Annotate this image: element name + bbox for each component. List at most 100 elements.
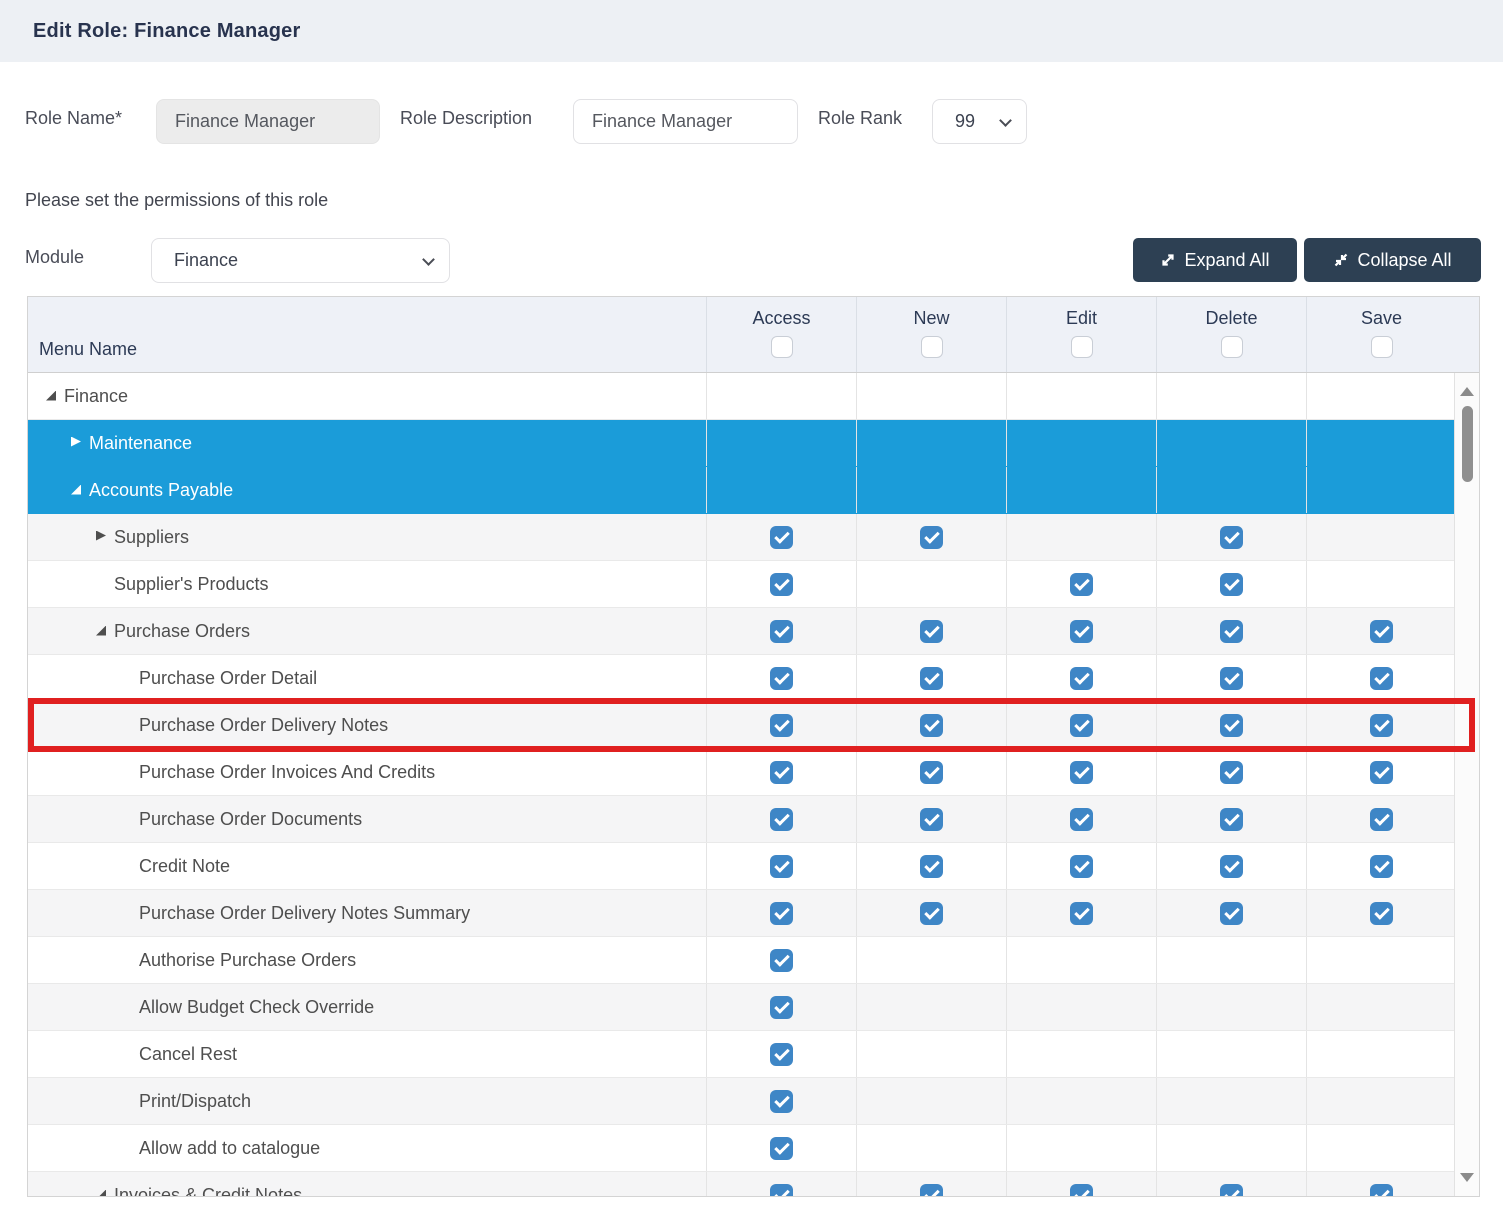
permission-cell-delete xyxy=(1156,843,1306,889)
table-row[interactable]: Allow add to catalogue xyxy=(28,1125,1479,1172)
checked-checkbox-icon[interactable] xyxy=(770,714,793,737)
table-row[interactable]: Authorise Purchase Orders xyxy=(28,937,1479,984)
expand-all-button[interactable]: Expand All xyxy=(1133,238,1297,282)
checked-checkbox-icon[interactable] xyxy=(1370,808,1393,831)
checked-checkbox-icon[interactable] xyxy=(1220,620,1243,643)
permissions-note: Please set the permissions of this role xyxy=(25,190,328,211)
checked-checkbox-icon[interactable] xyxy=(1220,902,1243,925)
tree-expanded-icon[interactable] xyxy=(96,1190,113,1197)
checked-checkbox-icon[interactable] xyxy=(770,526,793,549)
checked-checkbox-icon[interactable] xyxy=(920,526,943,549)
table-row[interactable]: Purchase Order Documents xyxy=(28,796,1479,843)
checked-checkbox-icon[interactable] xyxy=(770,1184,793,1197)
checked-checkbox-icon[interactable] xyxy=(1220,573,1243,596)
role-description-input[interactable] xyxy=(573,99,798,144)
checked-checkbox-icon[interactable] xyxy=(770,808,793,831)
checked-checkbox-icon[interactable] xyxy=(1220,526,1243,549)
module-select[interactable]: Finance xyxy=(151,238,450,283)
scroll-up-icon[interactable] xyxy=(1460,387,1474,396)
checked-checkbox-icon[interactable] xyxy=(770,1090,793,1113)
table-row[interactable]: Accounts Payable xyxy=(28,467,1479,514)
checked-checkbox-icon[interactable] xyxy=(1070,620,1093,643)
checked-checkbox-icon[interactable] xyxy=(1370,714,1393,737)
checked-checkbox-icon[interactable] xyxy=(1220,1184,1243,1197)
checked-checkbox-icon[interactable] xyxy=(920,667,943,690)
menu-name-cell: Accounts Payable xyxy=(28,467,706,513)
table-row[interactable]: Finance xyxy=(28,373,1479,420)
collapse-all-button[interactable]: Collapse All xyxy=(1304,238,1481,282)
select-all-checkbox[interactable] xyxy=(1071,336,1093,358)
checked-checkbox-icon[interactable] xyxy=(1220,714,1243,737)
vertical-scrollbar[interactable] xyxy=(1454,373,1479,1196)
tree-expanded-icon[interactable] xyxy=(96,626,113,637)
select-all-checkbox[interactable] xyxy=(1371,336,1393,358)
checked-checkbox-icon[interactable] xyxy=(1220,855,1243,878)
checked-checkbox-icon[interactable] xyxy=(770,855,793,878)
select-all-checkbox[interactable] xyxy=(921,336,943,358)
permission-cell-access xyxy=(706,890,856,936)
checked-checkbox-icon[interactable] xyxy=(1220,808,1243,831)
checked-checkbox-icon[interactable] xyxy=(1370,667,1393,690)
table-row[interactable]: Credit Note xyxy=(28,843,1479,890)
checked-checkbox-icon[interactable] xyxy=(1070,714,1093,737)
table-row[interactable]: Purchase Order Delivery Notes Summary xyxy=(28,890,1479,937)
role-rank-select[interactable]: 99 xyxy=(932,99,1027,144)
checked-checkbox-icon[interactable] xyxy=(1370,761,1393,784)
checked-checkbox-icon[interactable] xyxy=(1070,573,1093,596)
checked-checkbox-icon[interactable] xyxy=(920,620,943,643)
tree-expanded-icon[interactable] xyxy=(46,391,63,402)
scroll-down-icon[interactable] xyxy=(1460,1173,1474,1182)
checked-checkbox-icon[interactable] xyxy=(920,902,943,925)
checked-checkbox-icon[interactable] xyxy=(1370,855,1393,878)
permission-cell-access xyxy=(706,373,856,419)
permission-cell-access xyxy=(706,420,856,466)
checked-checkbox-icon[interactable] xyxy=(770,1137,793,1160)
checked-checkbox-icon[interactable] xyxy=(1370,620,1393,643)
expander-placeholder xyxy=(121,814,138,825)
checked-checkbox-icon[interactable] xyxy=(770,1043,793,1066)
checked-checkbox-icon[interactable] xyxy=(1070,761,1093,784)
table-row[interactable]: Purchase Order Detail xyxy=(28,655,1479,702)
checked-checkbox-icon[interactable] xyxy=(920,808,943,831)
checked-checkbox-icon[interactable] xyxy=(1370,902,1393,925)
checked-checkbox-icon[interactable] xyxy=(1370,1184,1393,1197)
checked-checkbox-icon[interactable] xyxy=(1220,667,1243,690)
select-all-checkbox[interactable] xyxy=(771,336,793,358)
checked-checkbox-icon[interactable] xyxy=(920,761,943,784)
table-row[interactable]: Purchase Orders xyxy=(28,608,1479,655)
checked-checkbox-icon[interactable] xyxy=(920,714,943,737)
table-row[interactable]: Purchase Order Delivery Notes xyxy=(28,702,1479,749)
checked-checkbox-icon[interactable] xyxy=(1070,902,1093,925)
checked-checkbox-icon[interactable] xyxy=(1220,761,1243,784)
checked-checkbox-icon[interactable] xyxy=(770,996,793,1019)
checked-checkbox-icon[interactable] xyxy=(1070,808,1093,831)
tree-collapsed-icon[interactable] xyxy=(96,532,113,543)
checked-checkbox-icon[interactable] xyxy=(920,855,943,878)
tree-expanded-icon[interactable] xyxy=(71,485,88,496)
select-all-checkbox[interactable] xyxy=(1221,336,1243,358)
table-row[interactable]: Print/Dispatch xyxy=(28,1078,1479,1125)
checked-checkbox-icon[interactable] xyxy=(770,761,793,784)
checked-checkbox-icon[interactable] xyxy=(1070,855,1093,878)
role-name-input[interactable] xyxy=(156,99,380,144)
tree-collapsed-icon[interactable] xyxy=(71,438,88,449)
table-row[interactable]: Allow Budget Check Override xyxy=(28,984,1479,1031)
table-row[interactable]: Suppliers xyxy=(28,514,1479,561)
table-row[interactable]: Cancel Rest xyxy=(28,1031,1479,1078)
checked-checkbox-icon[interactable] xyxy=(770,573,793,596)
checked-checkbox-icon[interactable] xyxy=(1070,667,1093,690)
table-row[interactable]: Purchase Order Invoices And Credits xyxy=(28,749,1479,796)
table-header: Menu Name AccessNewEditDeleteSave xyxy=(28,297,1479,373)
checked-checkbox-icon[interactable] xyxy=(770,949,793,972)
table-row[interactable]: Supplier's Products xyxy=(28,561,1479,608)
checked-checkbox-icon[interactable] xyxy=(920,1184,943,1197)
checked-checkbox-icon[interactable] xyxy=(770,902,793,925)
table-row[interactable]: Maintenance xyxy=(28,420,1479,467)
table-row[interactable]: Invoices & Credit Notes xyxy=(28,1172,1479,1196)
expander-placeholder xyxy=(121,767,138,778)
checked-checkbox-icon[interactable] xyxy=(770,620,793,643)
checked-checkbox-icon[interactable] xyxy=(770,667,793,690)
scrollbar-thumb[interactable] xyxy=(1462,406,1473,482)
permission-cell-save xyxy=(1306,890,1456,936)
checked-checkbox-icon[interactable] xyxy=(1070,1184,1093,1197)
